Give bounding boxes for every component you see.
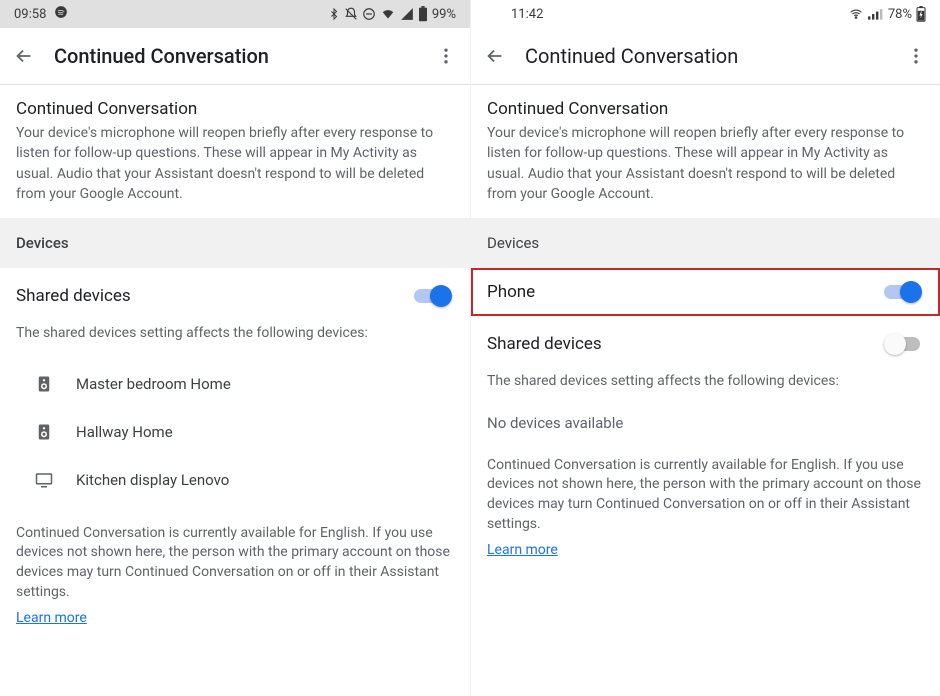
speaker-icon: [32, 420, 56, 444]
intro-body: Your device's microphone will reopen bri…: [487, 123, 924, 204]
device-name: Master bedroom Home: [76, 375, 231, 393]
shared-devices-row[interactable]: Shared devices: [471, 316, 940, 372]
page-title: Continued Conversation: [525, 44, 886, 68]
back-button[interactable]: [12, 44, 36, 68]
shared-devices-toggle[interactable]: [884, 332, 924, 356]
footer-text: Continued Conversation is currently avai…: [471, 446, 940, 540]
app-bar: Continued Conversation: [471, 28, 940, 84]
status-bar: 09:58 99%: [0, 0, 470, 28]
status-bar: 11:42 78%: [471, 0, 940, 28]
shared-devices-label: Shared devices: [487, 334, 884, 354]
shared-subtext: The shared devices setting affects the f…: [471, 372, 940, 404]
device-item: Kitchen display Lenovo: [16, 456, 454, 504]
bluetooth-icon: [328, 7, 340, 21]
intro-section: Continued Conversation Your device's mic…: [471, 85, 940, 218]
spotify-icon: [54, 5, 68, 23]
speaker-icon: [32, 372, 56, 396]
dnd-icon: [344, 7, 358, 21]
phone-toggle[interactable]: [884, 280, 924, 304]
battery-icon: [418, 6, 428, 22]
wifi-icon: [848, 7, 864, 21]
device-name: Hallway Home: [76, 423, 173, 441]
intro-title: Continued Conversation: [487, 99, 924, 119]
shared-devices-row[interactable]: Shared devices: [0, 268, 470, 324]
phone-label: Phone: [487, 282, 884, 302]
battery-charging-icon: [916, 6, 926, 22]
intro-body: Your device's microphone will reopen bri…: [16, 123, 454, 204]
signal-icon: [400, 7, 414, 21]
shared-devices-toggle[interactable]: [414, 284, 454, 308]
back-button[interactable]: [483, 44, 507, 68]
signal-icon: [868, 7, 884, 21]
devices-heading: Devices: [471, 218, 940, 268]
status-time: 09:58: [14, 7, 46, 22]
shared-subtext: The shared devices setting affects the f…: [0, 324, 470, 356]
learn-more-link[interactable]: Learn more: [0, 608, 470, 634]
phone-row[interactable]: Phone: [471, 268, 940, 316]
battery-percent: 99%: [432, 7, 456, 22]
overflow-menu-button[interactable]: [904, 44, 928, 68]
shared-devices-label: Shared devices: [16, 286, 414, 306]
device-list: Master bedroom Home Hallway Home Kitchen…: [0, 356, 470, 514]
app-bar: Continued Conversation: [0, 28, 470, 84]
intro-title: Continued Conversation: [16, 99, 454, 119]
circle-icon: [362, 7, 376, 21]
overflow-menu-button[interactable]: [434, 44, 458, 68]
devices-heading: Devices: [0, 218, 470, 268]
device-item: Master bedroom Home: [16, 360, 454, 408]
display-icon: [32, 468, 56, 492]
intro-section: Continued Conversation Your device's mic…: [0, 85, 470, 218]
wifi-icon: [380, 7, 396, 21]
footer-text: Continued Conversation is currently avai…: [0, 514, 470, 608]
device-name: Kitchen display Lenovo: [76, 471, 229, 489]
battery-percent: 78%: [888, 7, 912, 22]
status-time: 11:42: [511, 7, 543, 22]
no-devices-text: No devices available: [471, 404, 940, 446]
learn-more-link[interactable]: Learn more: [471, 540, 940, 566]
device-item: Hallway Home: [16, 408, 454, 456]
page-title: Continued Conversation: [54, 44, 416, 68]
